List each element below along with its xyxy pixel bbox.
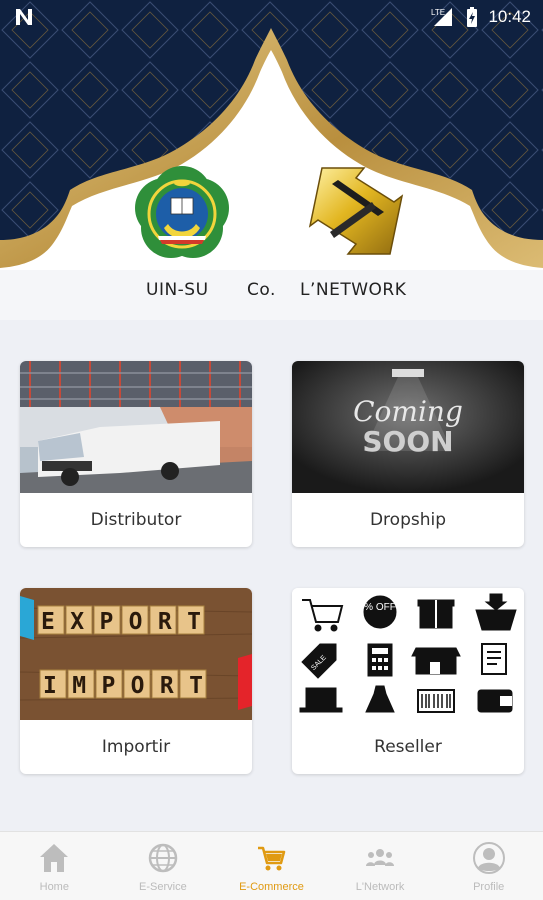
home-icon: [40, 844, 69, 872]
gift-box-icon: [417, 599, 455, 629]
profile-icon: [472, 842, 505, 874]
lnetwork-emblem: [308, 167, 404, 255]
battery-icon: [467, 7, 478, 27]
globe-icon: [148, 843, 178, 873]
wallet-icon: [477, 689, 513, 713]
soon-text: SOON: [362, 425, 453, 458]
nav-label: Home: [39, 881, 69, 893]
laptop-shop-icon: [299, 687, 343, 713]
coming-soon-image: Coming SOON: [292, 361, 524, 493]
calculator-icon: [367, 643, 393, 677]
nav-item-lnetwork[interactable]: L'Network: [326, 832, 435, 900]
export-import-blocks-image: EXPORT IMPORT: [20, 588, 252, 720]
brand-co: Co.: [247, 280, 276, 300]
card-label: Importir: [101, 737, 171, 757]
nav-item-profile[interactable]: Profile: [434, 832, 543, 900]
barcode-icon: [417, 689, 455, 713]
nav-item-e-commerce[interactable]: E-Commerce: [217, 832, 326, 900]
signal-icon: LTE: [431, 8, 453, 26]
percent-off-badge-icon: % OFF: [363, 595, 397, 629]
brand-uin-su: UIN-SU: [146, 280, 209, 300]
nav-item-home[interactable]: Home: [0, 832, 109, 900]
nav-label: E-Commerce: [239, 881, 304, 893]
truck-warehouse-image: [20, 361, 252, 493]
brand-lnetwork: L’NETWORK: [300, 280, 407, 300]
card-label: Reseller: [374, 737, 442, 757]
card-dropship[interactable]: Coming SOON Dropship: [292, 361, 524, 547]
nav-item-e-service[interactable]: E-Service: [109, 832, 218, 900]
header: LTE 10:42 UIN-SU Co. L’NETWORK: [0, 0, 543, 320]
cart-icon: [258, 846, 286, 871]
card-distributor[interactable]: Distributor: [20, 361, 252, 547]
notification-n-icon: [16, 9, 32, 25]
bottom-navigation: Home E-Service E-Commerce L'Network Prof…: [0, 831, 543, 900]
storefront-icon: [411, 647, 461, 675]
coming-text: Coming: [353, 395, 463, 428]
shopping-icons-grid-image: % OFF SALE: [292, 588, 524, 720]
percent-off-text: % OFF: [364, 602, 396, 613]
card-reseller[interactable]: % OFF SALE Reseller: [292, 588, 524, 774]
people-icon: [366, 849, 395, 866]
network-type-label: LTE: [431, 8, 445, 17]
brand-logos: UIN-SU Co. L’NETWORK: [0, 160, 543, 310]
receipt-icon: [481, 643, 507, 675]
nav-label: E-Service: [139, 881, 187, 893]
status-time: 10:42: [488, 7, 531, 26]
nav-label: L'Network: [355, 881, 405, 893]
card-label: Dropship: [369, 510, 447, 530]
nav-label: Profile: [473, 881, 505, 893]
status-bar: LTE 10:42: [0, 0, 543, 34]
card-label: Distributor: [90, 510, 182, 530]
uin-su-emblem: [135, 166, 229, 258]
card-importir[interactable]: EXPORT IMPORT Importir: [20, 588, 252, 774]
